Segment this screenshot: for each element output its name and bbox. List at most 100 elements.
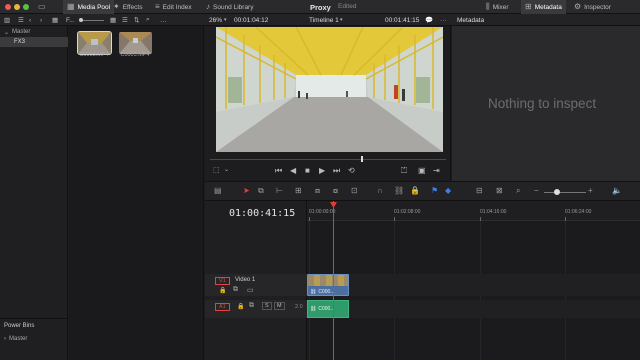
video-track-header[interactable]: V1 Video 1 🔒 ⧉ ▭ <box>205 274 307 296</box>
marker-icon[interactable]: ◆ <box>445 186 451 195</box>
playhead[interactable] <box>333 201 334 360</box>
zoom-window-button[interactable] <box>23 4 29 10</box>
chevron-down-icon[interactable]: ⌄ <box>224 166 229 173</box>
track-visibility-icon[interactable]: ▭ <box>247 286 254 294</box>
flag-icon[interactable]: ⚑ <box>431 186 438 195</box>
search-icon[interactable]: ⌕ <box>146 14 150 26</box>
audio-track-header[interactable]: A1 🔒 ⧉ S M 2.0 <box>205 300 307 318</box>
metadata-label: Metadata <box>534 3 562 11</box>
grid-view-icon[interactable]: ▦ <box>52 14 58 26</box>
chevron-down-icon[interactable]: ▾ <box>224 14 227 26</box>
edit-index-button[interactable]: ≡ Edit Index <box>155 0 192 14</box>
thumbnail-size-slider[interactable] <box>79 14 104 26</box>
bin-label: FX3 <box>14 39 26 45</box>
list-icon: ≡ <box>155 2 160 11</box>
sort-icon[interactable]: ⇅ <box>134 14 139 26</box>
reverse-play-icon[interactable]: ◀ <box>290 166 296 175</box>
close-window-button[interactable] <box>5 4 11 10</box>
lock-icon[interactable]: 🔒 <box>237 303 244 310</box>
mixer-button[interactable]: ⫼ Mixer <box>486 0 509 14</box>
mute-button[interactable]: M <box>274 302 285 310</box>
lock-icon[interactable]: 🔒 <box>219 287 226 294</box>
audio-clip[interactable]: ⛓ C000... <box>307 300 349 318</box>
metadata-button[interactable]: ⊞ Metadata <box>521 0 566 14</box>
last-frame-icon[interactable]: ⏭ <box>333 166 340 176</box>
chevron-right-icon: › <box>4 336 6 342</box>
timeline-tracks[interactable]: 01:00:00:00 01:02:08:00 ⛓ C000... ⛓ C000… <box>307 201 452 360</box>
inspector-label: Inspector <box>584 3 611 11</box>
snapping-icon[interactable]: ∩ <box>377 186 383 195</box>
replace-clip-icon[interactable]: ⊡ <box>351 186 358 195</box>
more-icon[interactable]: … <box>160 14 167 26</box>
zoom-detail-icon[interactable]: ⊠ <box>496 186 503 195</box>
clip-thumbnail[interactable] <box>77 31 112 55</box>
mixer-icon: ⫼ <box>486 2 490 11</box>
more-icon[interactable]: ··· <box>440 14 447 26</box>
list-view-icon[interactable]: ☰ <box>18 14 24 26</box>
overwrite-clip-icon[interactable]: ⧇ <box>333 186 338 196</box>
pool-path[interactable]: F... <box>66 14 75 26</box>
loop-icon[interactable]: ⟲ <box>348 166 355 175</box>
timeline-name[interactable]: Timeline 1 <box>309 14 339 26</box>
edit-index-label: Edit Index <box>162 3 192 11</box>
effects-button[interactable]: ✦ Effects <box>113 0 142 14</box>
dynamic-trim-icon[interactable]: ⊢ <box>276 186 283 195</box>
project-title: Proxy <box>310 3 331 12</box>
auto-select-icon[interactable]: ⧉ <box>249 302 254 310</box>
mark-in-icon[interactable]: ⏍ <box>401 166 407 176</box>
forward-icon[interactable]: › <box>40 14 42 26</box>
zoom-out-icon[interactable]: − <box>534 186 539 195</box>
video-clip[interactable]: ⛓ C000... <box>307 274 349 296</box>
timeline-tracks-extended[interactable]: 01:04:16:00 01:06:24:00 <box>452 201 640 360</box>
zoom-custom-icon[interactable]: ⌕ <box>516 186 520 196</box>
viewer-scrubber[interactable] <box>210 159 446 160</box>
media-pool-button[interactable]: ▦ Media Pool <box>63 0 115 14</box>
play-icon[interactable]: ▶ <box>319 166 325 175</box>
solo-button[interactable]: S <box>262 302 272 310</box>
first-frame-icon[interactable]: ⏮ <box>275 166 282 176</box>
selection-tool-icon[interactable]: ➤ <box>243 186 250 195</box>
zoom-level[interactable]: 26% <box>209 14 222 26</box>
auto-select-icon[interactable]: ⧉ <box>233 286 238 294</box>
grid-view-icon[interactable]: ▦ <box>110 14 116 26</box>
lock-icon[interactable]: 🔒 <box>410 186 420 195</box>
track-id[interactable]: A1 <box>215 303 230 311</box>
layout-icon[interactable]: ▤ <box>214 186 222 195</box>
trim-tool-icon[interactable]: ⧉ <box>258 186 264 196</box>
clip-label-bar: ⛓ C000... <box>308 286 348 295</box>
scrubber-handle[interactable] <box>361 156 363 162</box>
stop-icon[interactable]: ■ <box>305 166 310 175</box>
minimize-window-button[interactable] <box>14 4 20 10</box>
clip-name: C0005.MP4 <box>120 52 150 58</box>
track-id[interactable]: V1 <box>215 277 230 285</box>
music-note-icon: ♪ <box>206 2 210 11</box>
speech-bubble-icon[interactable]: 💬 <box>425 14 433 26</box>
match-frame-icon[interactable]: ▣ <box>418 166 426 175</box>
clip-thumbnail[interactable] <box>119 32 152 54</box>
bin-label: Master <box>12 29 31 35</box>
monitor-icon[interactable]: ▭ <box>38 0 46 14</box>
zoom-in-icon[interactable]: + <box>588 186 593 195</box>
track-name[interactable]: Video 1 <box>235 277 255 283</box>
sound-library-button[interactable]: ♪ Sound Library <box>206 0 253 14</box>
bin-master[interactable]: ⌄ Master <box>0 27 68 37</box>
crop-icon[interactable]: ⬚ <box>213 166 220 174</box>
zoom-slider-handle[interactable] <box>554 189 560 195</box>
sidebar-toggle-icon[interactable]: ▥ <box>4 14 10 26</box>
media-pool-icon: ▦ <box>67 2 75 11</box>
next-edit-icon[interactable]: ⇥ <box>433 166 440 175</box>
speaker-icon[interactable]: 🔈 <box>612 186 622 195</box>
chevron-down-icon[interactable]: ▾ <box>340 14 343 26</box>
zoom-full-icon[interactable]: ⊟ <box>476 186 483 195</box>
inspector-button[interactable]: ⚙ Inspector <box>574 0 611 14</box>
link-icon: ⛓ <box>310 306 317 312</box>
zoom-slider[interactable] <box>544 192 586 193</box>
power-bin-master[interactable]: › Master <box>0 334 68 344</box>
blade-tool-icon[interactable]: ⊞ <box>295 186 302 195</box>
bin-fx3[interactable]: FX3 <box>0 37 68 47</box>
list-view-icon[interactable]: ☰ <box>122 14 128 26</box>
insert-clip-icon[interactable]: ⧈ <box>315 186 320 196</box>
back-icon[interactable]: ‹ <box>29 14 31 26</box>
video-frame[interactable] <box>216 27 443 152</box>
link-icon[interactable]: ⛓ <box>394 186 404 195</box>
